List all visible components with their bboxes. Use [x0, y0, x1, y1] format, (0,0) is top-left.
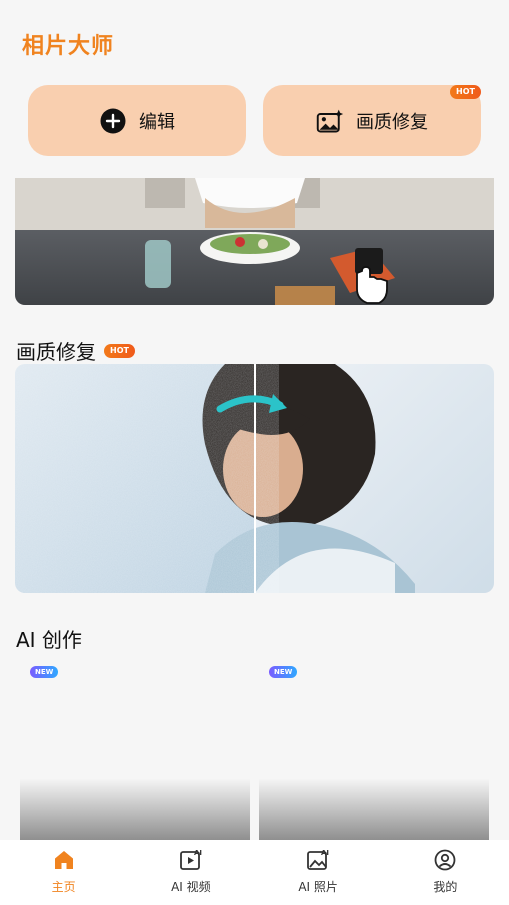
- image-sparkle-icon: [316, 107, 344, 135]
- enhance-button[interactable]: 画质修复 HOT: [263, 85, 481, 156]
- ai-video-icon: AI: [179, 849, 202, 870]
- bottom-tab-bar: 主页 AI AI 视频 AI AI 照片 我的: [0, 840, 509, 905]
- profile-icon: [434, 849, 456, 871]
- hot-badge: HOT: [104, 343, 135, 358]
- tab-ai-photo[interactable]: AI AI 照片: [255, 840, 382, 905]
- tab-home[interactable]: 主页: [0, 840, 127, 905]
- section-title-ai-create-text: AI 创作: [16, 628, 82, 652]
- section-title-enhance: 画质修复 HOT: [16, 336, 135, 365]
- ai-create-card[interactable]: NEW: [259, 658, 489, 840]
- top-header: 相片大师 编辑 画质修复 HOT: [0, 0, 509, 178]
- section-title-enhance-text: 画质修复: [16, 340, 96, 364]
- tab-ai-video-label: AI 视频: [171, 880, 211, 894]
- tab-ai-photo-label: AI 照片: [298, 880, 338, 894]
- enhance-compare-card[interactable]: [15, 364, 494, 593]
- enhance-button-label: 画质修复: [356, 111, 428, 133]
- enhance-compare-image: [15, 364, 494, 593]
- svg-text:AI: AI: [194, 849, 202, 857]
- tab-profile-label: 我的: [433, 880, 458, 894]
- edit-button[interactable]: 编辑: [28, 85, 246, 156]
- ai-create-card-image: [20, 658, 250, 840]
- new-badge: NEW: [269, 666, 298, 678]
- tab-home-label: 主页: [51, 880, 76, 894]
- tab-ai-video[interactable]: AI AI 视频: [127, 840, 254, 905]
- tab-profile[interactable]: 我的: [382, 840, 509, 905]
- app-title: 相片大师: [22, 34, 115, 59]
- edit-example-card[interactable]: [15, 178, 494, 305]
- hot-badge: HOT: [450, 85, 481, 99]
- edit-button-label: 编辑: [139, 111, 175, 133]
- content-scroll[interactable]: 画质修复 HOT AI 创作 NEW NEW: [0, 178, 509, 840]
- ai-photo-icon: AI: [307, 849, 329, 870]
- plus-circle-icon: [99, 107, 127, 135]
- ai-create-card[interactable]: NEW: [20, 658, 250, 840]
- svg-text:AI: AI: [321, 849, 329, 857]
- home-icon: [54, 851, 73, 869]
- edit-example-image: [15, 178, 494, 305]
- section-title-ai-create: AI 创作: [16, 624, 82, 653]
- ai-create-card-image: [259, 658, 489, 840]
- new-badge: NEW: [30, 666, 59, 678]
